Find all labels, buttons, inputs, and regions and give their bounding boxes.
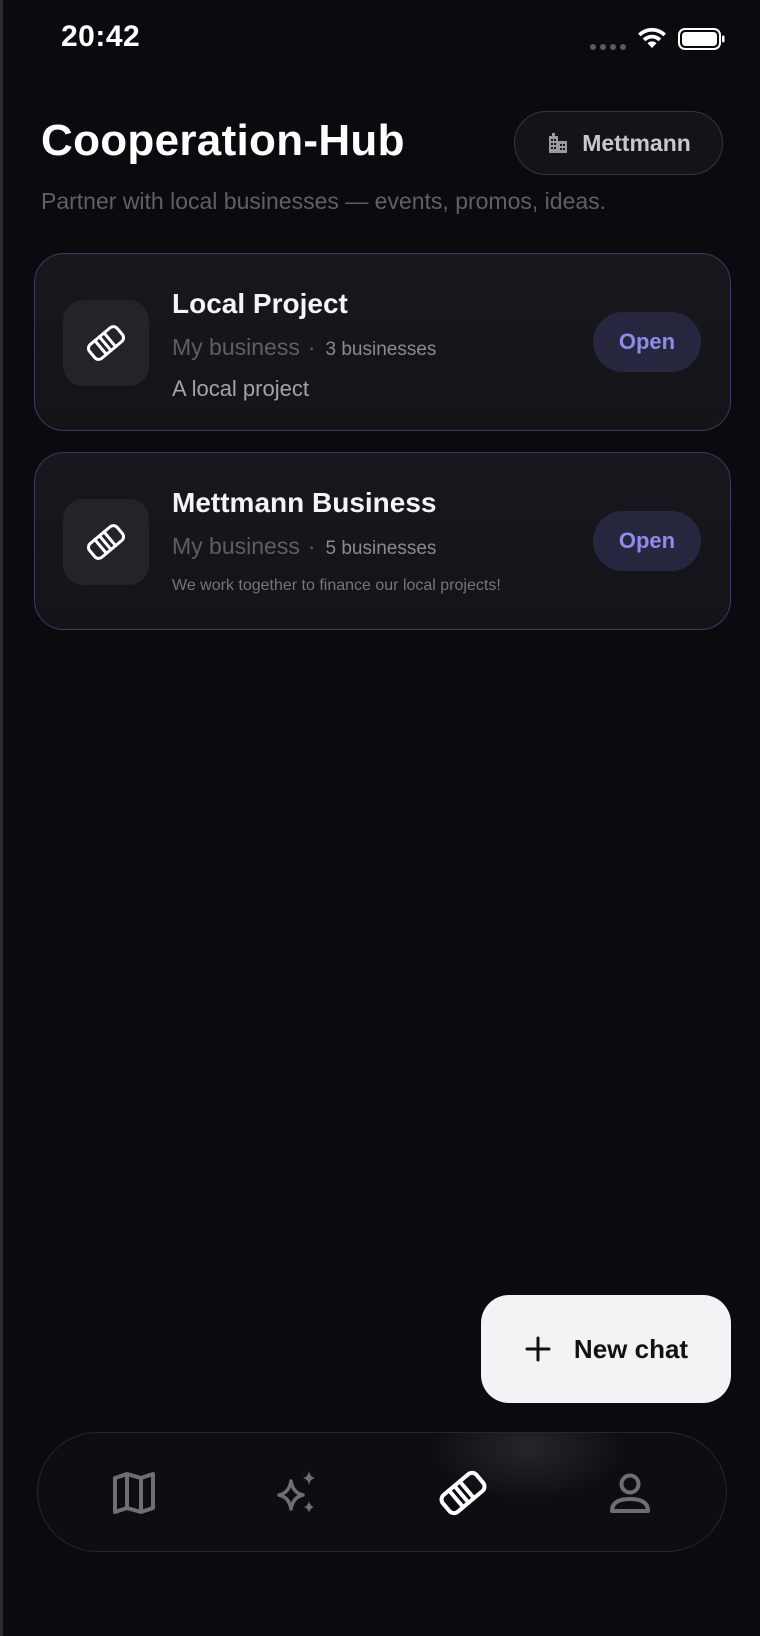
card-description: A local project [172,376,309,401]
map-icon [113,1472,155,1514]
card-owner: My business [172,533,300,559]
bottom-nav [37,1432,727,1552]
business-count: 5 businesses [325,538,437,559]
cooperation-card[interactable]: Local Project My business · 3 businesses… [34,253,731,431]
open-button[interactable]: Open [593,511,701,571]
open-button[interactable]: Open [593,312,701,372]
card-title: Local Project [172,288,348,319]
card-owner: My business [172,334,300,360]
sparkles-icon [277,1471,315,1513]
card-meta: My business · 3 businesses [172,334,436,361]
building-icon [549,133,568,153]
cooperation-card[interactable]: Mettmann Business My business · 5 busine… [34,452,731,630]
card-meta: My business · 5 businesses [172,533,436,560]
status-bar: 20:42 [0,0,760,80]
page-title: Cooperation-Hub [41,116,405,165]
status-time: 20:42 [61,20,141,53]
card-icon-box [63,300,149,386]
battery-icon [678,28,725,50]
nav-tab-cooperation[interactable] [433,1463,493,1523]
cellular-signal-icon [590,44,626,50]
handshake-icon [439,1470,487,1516]
nav-tab-discover[interactable] [267,1463,327,1523]
business-count: 3 businesses [325,339,437,360]
meta-separator: · [307,334,316,360]
screen-edge [0,0,3,1636]
card-icon-box [63,499,149,585]
location-chip-label: Mettmann [582,129,691,156]
profile-icon [610,1473,650,1513]
new-chat-label: New chat [573,1333,689,1364]
nav-tab-profile[interactable] [600,1463,660,1523]
handshake-icon [86,325,126,361]
wifi-icon [638,27,666,48]
location-chip[interactable]: Mettmann [514,111,723,175]
meta-separator: · [307,533,316,559]
page-subtitle: Partner with local businesses — events, … [41,188,607,214]
plus-icon [525,1336,551,1362]
new-chat-button[interactable]: New chat [481,1295,731,1403]
card-description: We work together to finance our local pr… [172,577,501,594]
card-title: Mettmann Business [172,487,437,518]
handshake-icon [86,524,126,560]
nav-tab-map[interactable] [104,1463,164,1523]
